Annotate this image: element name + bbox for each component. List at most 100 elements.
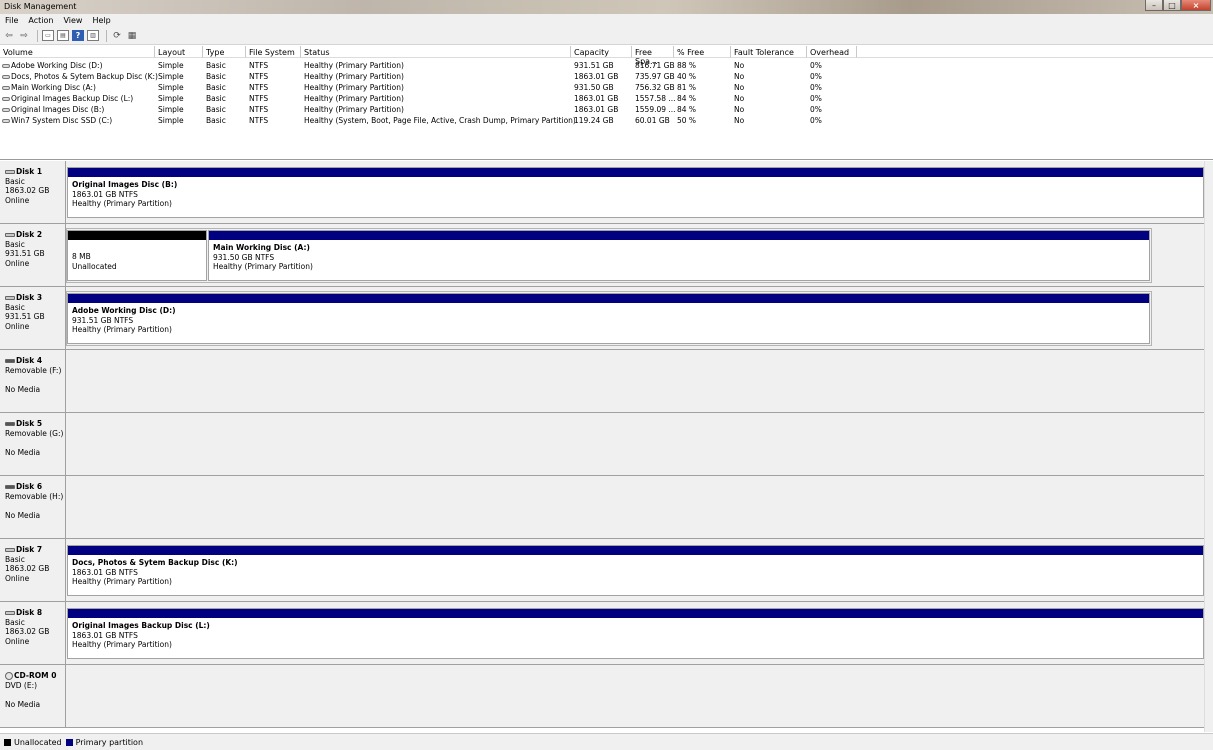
disk-info[interactable]: CD-ROM 0 DVD (E:) No Media <box>0 665 66 728</box>
legend-item: Primary partition <box>65 738 143 747</box>
volume-cell-text: Simple <box>158 105 184 114</box>
disk-name: Disk 3 <box>5 293 65 303</box>
toolbar-separator <box>106 29 107 42</box>
disk-info[interactable]: Disk 7 Basic 1863.02 GB Online <box>0 539 66 602</box>
refresh-icon[interactable]: ⟳ <box>111 30 123 41</box>
volume-cell: 735.97 GB <box>635 72 675 81</box>
disk-drive-icon <box>5 485 15 489</box>
volume-cell-text: Basic <box>206 72 226 81</box>
volume-cell: 81 % <box>677 83 696 92</box>
primary-partition-band <box>68 168 1203 177</box>
back-icon[interactable]: ⇦ <box>3 30 15 41</box>
volume-cell-text: 81 % <box>677 83 697 92</box>
primary-partition-band <box>68 294 1149 303</box>
menu-view[interactable]: View <box>58 14 87 27</box>
console-tree-icon[interactable]: ▭ <box>42 30 54 41</box>
view-pane-icon[interactable]: ▥ <box>87 30 99 41</box>
minimize-button[interactable]: – <box>1145 0 1163 11</box>
volume-cell-text: NTFS <box>249 116 269 125</box>
volume-cell-text: No <box>734 72 745 81</box>
disk-detail: 1863.02 GB <box>5 186 50 196</box>
column-header-7[interactable]: % Free <box>674 46 731 58</box>
disk-detail: Online <box>5 321 30 331</box>
volume-cell: 1557.58 ... <box>635 94 676 103</box>
volume-cell-text: NTFS <box>249 72 269 81</box>
volume-cell-text: Healthy (Primary Partition) <box>304 105 404 114</box>
volume-row[interactable]: Original Images Backup Disc (L:) Simple Ba… <box>0 93 1213 104</box>
disk-info[interactable]: Disk 2 Basic 931.51 GB Online <box>0 224 66 287</box>
disk-info[interactable]: Disk 6 Removable (H:) No Media <box>0 476 66 539</box>
column-header-3[interactable]: File System <box>246 46 301 58</box>
volume-cell-text: Simple <box>158 94 184 103</box>
column-header-2[interactable]: Type <box>203 46 246 58</box>
disk-info[interactable]: Disk 1 Basic 1863.02 GB Online <box>0 161 66 224</box>
partition-size: 1863.01 GB NTFS <box>72 567 138 577</box>
menu-action[interactable]: Action <box>23 14 58 27</box>
vertical-scrollbar[interactable] <box>1204 161 1213 732</box>
disk-graphical-view: Disk 1 Basic 1863.02 GB Online Original Imag… <box>0 161 1213 732</box>
volume-cell-text: Main Working Disc (A:) <box>11 83 96 92</box>
partition-name: Adobe Working Disc (D:) <box>72 306 176 315</box>
disk-partition-area <box>66 665 1213 728</box>
volume-row[interactable]: Adobe Working Disc (D:) Simple Basic NTFS He… <box>0 60 1213 71</box>
volume-cell-text: Simple <box>158 61 184 70</box>
unallocated-block[interactable]: 8 MB Unallocated <box>67 230 207 281</box>
partition-text: 8 MB Unallocated <box>72 252 117 271</box>
volume-cell-text: 0% <box>810 94 822 103</box>
cd-drive-icon <box>5 672 13 680</box>
help-icon[interactable]: ? <box>72 30 84 41</box>
volume-cell: 50 % <box>677 116 696 125</box>
disk-name: Disk 2 <box>5 230 65 240</box>
close-button[interactable]: × <box>1181 0 1211 11</box>
disk-detail <box>5 375 65 385</box>
partition-block[interactable]: Adobe Working Disc (D:) 931.51 GB NTFS Hea… <box>67 293 1150 344</box>
column-header-4[interactable]: Status <box>301 46 571 58</box>
volume-list[interactable]: Volume Layout Type File System Status Capacit… <box>0 46 1213 160</box>
disk-detail: Online <box>5 636 30 646</box>
column-header-9[interactable]: Overhead <box>807 46 857 58</box>
legend-item: Unallocated <box>4 738 62 747</box>
disk-info[interactable]: Disk 5 Removable (G:) No Media <box>0 413 66 476</box>
volume-cell: 0% <box>810 116 822 125</box>
partition-size: 1863.01 GB NTFS <box>72 189 138 199</box>
column-header-0[interactable]: Volume <box>0 46 155 58</box>
volume-cell-text: Basic <box>206 61 226 70</box>
menu-help[interactable]: Help <box>87 14 115 27</box>
disk-detail: Removable (G:) <box>5 428 64 438</box>
volume-cell: Healthy (Primary Partition) <box>304 61 404 70</box>
column-header-1[interactable]: Layout <box>155 46 203 58</box>
menu-file[interactable]: File <box>0 14 23 27</box>
disk-info[interactable]: Disk 4 Removable (F:) No Media <box>0 350 66 413</box>
volume-cell-text: NTFS <box>249 94 269 103</box>
disk-detail: Removable (H:) <box>5 491 64 501</box>
disk-name: Disk 7 <box>5 545 65 555</box>
volume-row[interactable]: Main Working Disc (A:) Simple Basic NTFS Hea… <box>0 82 1213 93</box>
disk-info[interactable]: Disk 3 Basic 931.51 GB Online <box>0 287 66 350</box>
volume-cell-text: 88 % <box>677 61 697 70</box>
column-header-5[interactable]: Capacity <box>571 46 632 58</box>
maximize-button[interactable]: □ <box>1163 0 1181 11</box>
disk-info[interactable]: Disk 8 Basic 1863.02 GB Online <box>0 602 66 665</box>
volume-cell: Basic <box>206 116 226 125</box>
properties-icon[interactable]: ▤ <box>57 30 69 41</box>
forward-icon[interactable]: ⇨ <box>18 30 30 41</box>
volume-cell-text: Basic <box>206 105 226 114</box>
rescan-disks-icon[interactable]: ▦ <box>126 30 138 41</box>
volume-row[interactable]: Original Images Disc (B:) Simple Basic NTFS… <box>0 104 1213 115</box>
partition-name: Docs, Photos & Sytem Backup Disc (K:) <box>72 558 238 567</box>
disk-partition-area: Adobe Working Disc (D:) 931.51 GB NTFS Hea… <box>66 287 1213 350</box>
volume-cell-text: 1863.01 GB <box>574 72 619 81</box>
partition-block[interactable]: Original Images Disc (B:) 1863.01 GB NTFS… <box>67 167 1204 218</box>
column-header-8[interactable]: Fault Tolerance <box>731 46 807 58</box>
volume-row[interactable]: Docs, Photos & Sytem Backup Disc (K:) Sim… <box>0 71 1213 82</box>
partition-block[interactable]: Main Working Disc (A:) 931.50 GB NTFS Heal… <box>208 230 1150 281</box>
partition-block[interactable]: Original Images Backup Disc (L:) 1863.01 … <box>67 608 1204 659</box>
partition-name: Original Images Disc (B:) <box>72 180 178 189</box>
volume-cell: 1863.01 GB <box>574 94 618 103</box>
volume-cell: NTFS <box>249 105 268 114</box>
partition-block[interactable]: Docs, Photos & Sytem Backup Disc (K:) 186… <box>67 545 1204 596</box>
disk-detail: 1863.02 GB <box>5 564 50 574</box>
volume-row[interactable]: Win7 System Disc SSD (C:) Simple Basic NTFS… <box>0 115 1213 126</box>
volume-cell-text: Docs, Photos & Sytem Backup Disc (K:) <box>11 72 158 81</box>
column-header-6[interactable]: Free Spa... <box>632 46 674 66</box>
